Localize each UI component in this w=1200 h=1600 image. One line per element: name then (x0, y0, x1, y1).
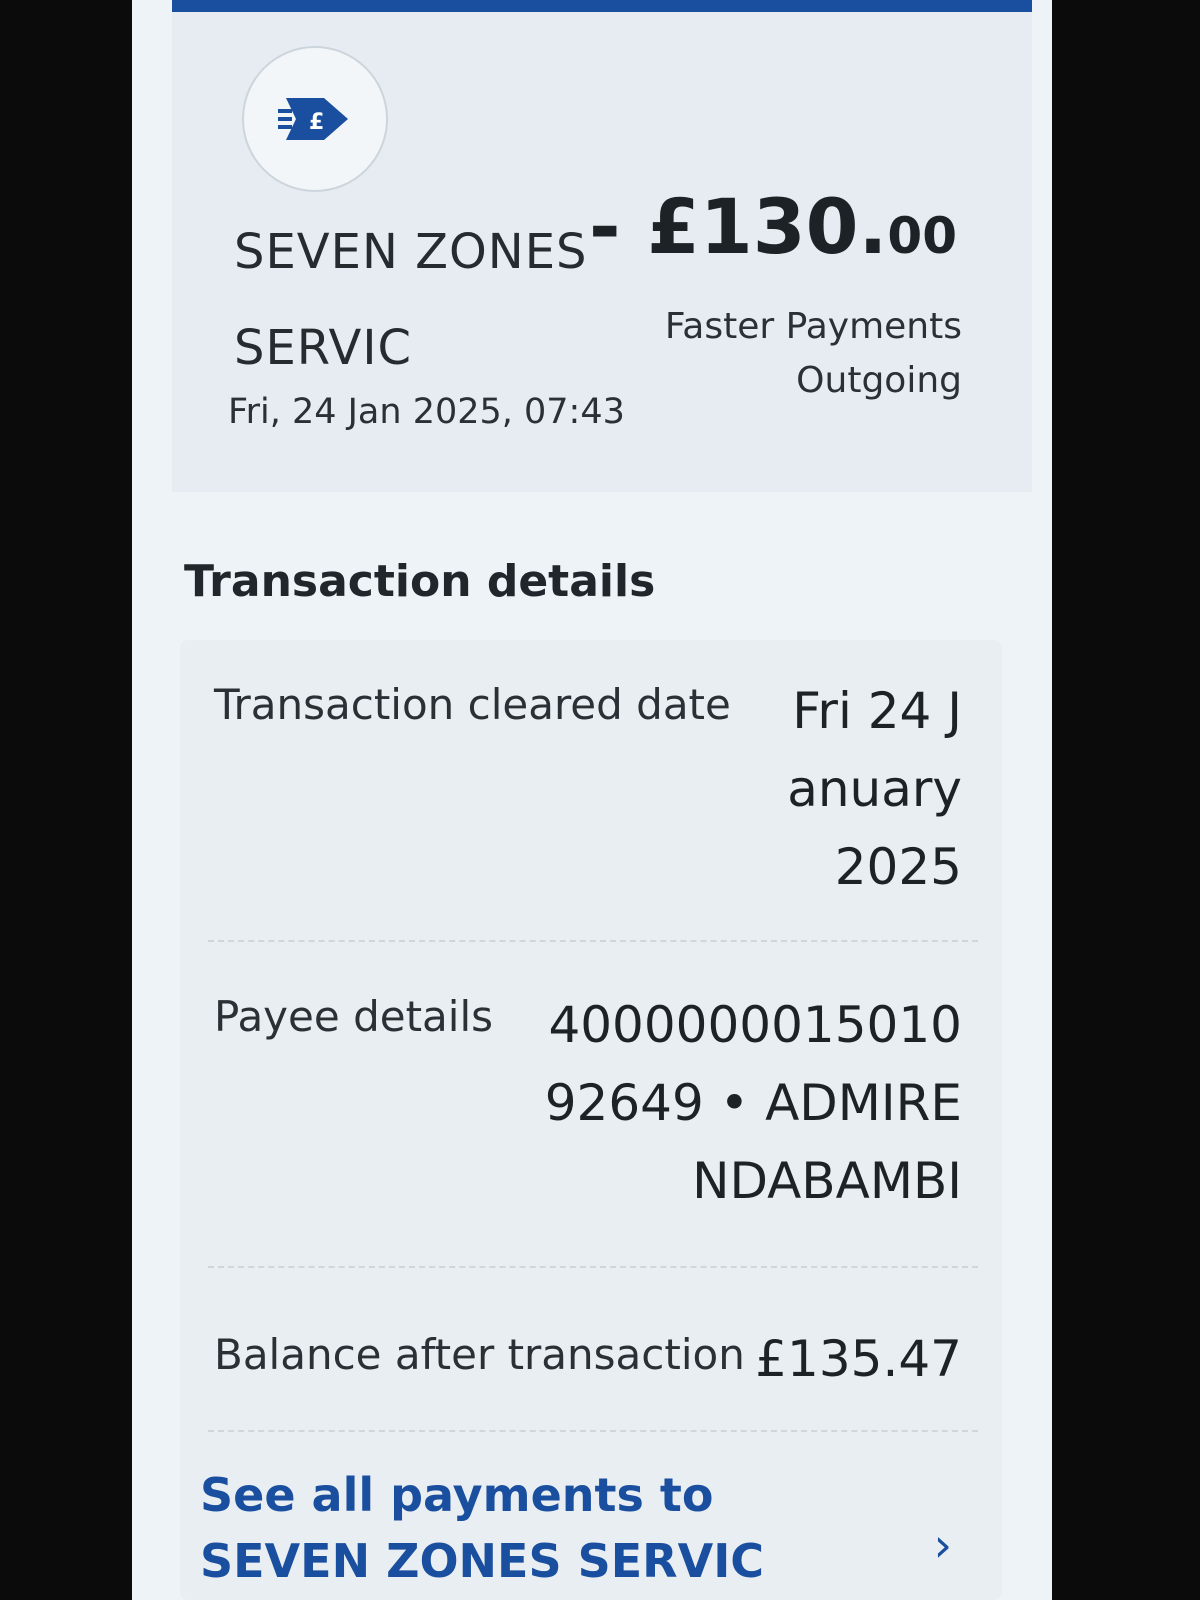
transaction-amount: - £130.00 (589, 182, 957, 271)
merchant-logo: £ (242, 46, 388, 192)
bank-transfer-pound-icon: £ (278, 98, 348, 140)
header-strip (172, 0, 1032, 12)
amount-main: - £130. (589, 182, 888, 271)
balance-label: Balance after transaction (214, 1330, 745, 1379)
transaction-details-card: Transaction cleared date Fri 24 January … (180, 640, 1002, 1600)
divider (208, 940, 978, 942)
divider (208, 1266, 978, 1268)
transaction-datetime: Fri, 24 Jan 2025, 07:43 (228, 392, 625, 432)
cleared-date-label: Transaction cleared date (214, 680, 731, 729)
cleared-date-value: Fri 24 January 2025 (787, 682, 962, 896)
balance-value: £135.47 (755, 1330, 962, 1388)
transaction-summary: £ SEVEN ZONES SERVIC Fri, 24 Jan 2025, 0… (172, 12, 1032, 492)
payee-label: Payee details (214, 992, 493, 1041)
section-title: Transaction details (184, 556, 656, 607)
payee-value: 400000001501092649 • ADMIRE NDABAMBI (544, 996, 962, 1210)
payment-type: Faster Payments Outgoing (664, 306, 962, 401)
svg-text:£: £ (309, 110, 324, 135)
divider (208, 1430, 978, 1432)
amount-pence: 00 (887, 207, 957, 265)
chevron-right-icon[interactable]: › (934, 1518, 952, 1572)
phone-screen: £ SEVEN ZONES SERVIC Fri, 24 Jan 2025, 0… (132, 0, 1052, 1600)
see-all-payments-link[interactable]: See all payments to SEVEN ZONES SERVIC (200, 1462, 860, 1594)
merchant-name: SEVEN ZONES SERVIC (234, 224, 588, 376)
